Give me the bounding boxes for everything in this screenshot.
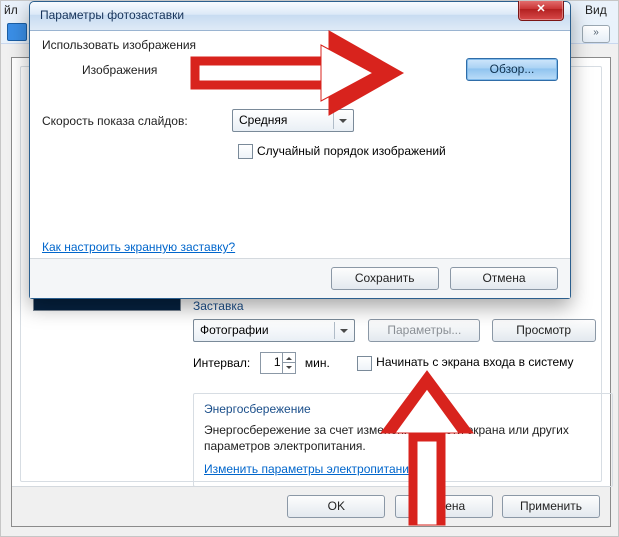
checkbox-icon xyxy=(238,144,253,159)
photo-screensaver-settings-dialog: Параметры фотозаставки ✕ Использовать из… xyxy=(29,1,571,299)
titlebar[interactable]: Параметры фотозаставки ✕ xyxy=(30,2,570,31)
preview-button[interactable]: Просмотр xyxy=(492,319,596,342)
saver-combo-value: Фотографии xyxy=(200,323,269,337)
interval-label: Интервал: xyxy=(193,356,250,370)
chevron-down-icon xyxy=(333,112,351,129)
app-icon xyxy=(7,23,27,41)
interval-unit: мин. xyxy=(305,356,330,370)
apply-button[interactable]: Применить xyxy=(502,495,600,518)
spinner-down-icon[interactable] xyxy=(283,363,295,372)
browse-button[interactable]: Обзор... xyxy=(466,58,558,81)
power-group: Энергосбережение Энергосбережение за сче… xyxy=(193,393,613,487)
shuffle-label: Случайный порядок изображений xyxy=(257,144,446,158)
images-label: Изображения xyxy=(42,63,282,77)
cancel-button[interactable]: Отмена xyxy=(450,267,558,290)
close-icon: ✕ xyxy=(536,3,545,15)
menu-view[interactable]: Вид xyxy=(585,3,607,17)
spinner-up-icon[interactable] xyxy=(283,353,295,363)
shuffle-checkbox[interactable]: Случайный порядок изображений xyxy=(238,144,446,159)
power-settings-link[interactable]: Изменить параметры электропитания... xyxy=(204,462,425,476)
help-link[interactable]: Как настроить экранную заставку? xyxy=(42,240,235,254)
close-button[interactable]: ✕ xyxy=(518,0,564,21)
chevron-down-icon xyxy=(334,322,352,339)
toolbar-overflow-icon[interactable]: » xyxy=(582,25,610,43)
power-text: Энергосбережение за счет изменения яркос… xyxy=(204,422,602,454)
on-resume-label: Начинать с экрана входа в систему xyxy=(376,355,573,369)
cancel-button[interactable]: Отмена xyxy=(395,495,493,518)
saver-group-title: Заставка xyxy=(193,299,613,313)
speed-combo-value: Средняя xyxy=(239,113,287,127)
interval-input[interactable] xyxy=(261,353,283,371)
use-images-label: Использовать изображения xyxy=(42,38,242,52)
dialog-title: Параметры фотозаставки xyxy=(40,8,184,22)
settings-button[interactable]: Параметры... xyxy=(368,319,480,342)
speed-combo[interactable]: Средняя xyxy=(232,109,354,132)
speed-label: Скорость показа слайдов: xyxy=(42,114,232,128)
saver-combo[interactable]: Фотографии xyxy=(193,319,355,342)
ok-button[interactable]: OK xyxy=(287,495,385,518)
menu-file[interactable]: йл xyxy=(4,3,18,17)
checkbox-icon xyxy=(357,356,372,371)
save-button[interactable]: Сохранить xyxy=(331,267,439,290)
on-resume-checkbox[interactable]: Начинать с экрана входа в систему xyxy=(357,355,573,370)
power-title: Энергосбережение xyxy=(204,402,602,416)
interval-spinner[interactable] xyxy=(260,352,296,374)
